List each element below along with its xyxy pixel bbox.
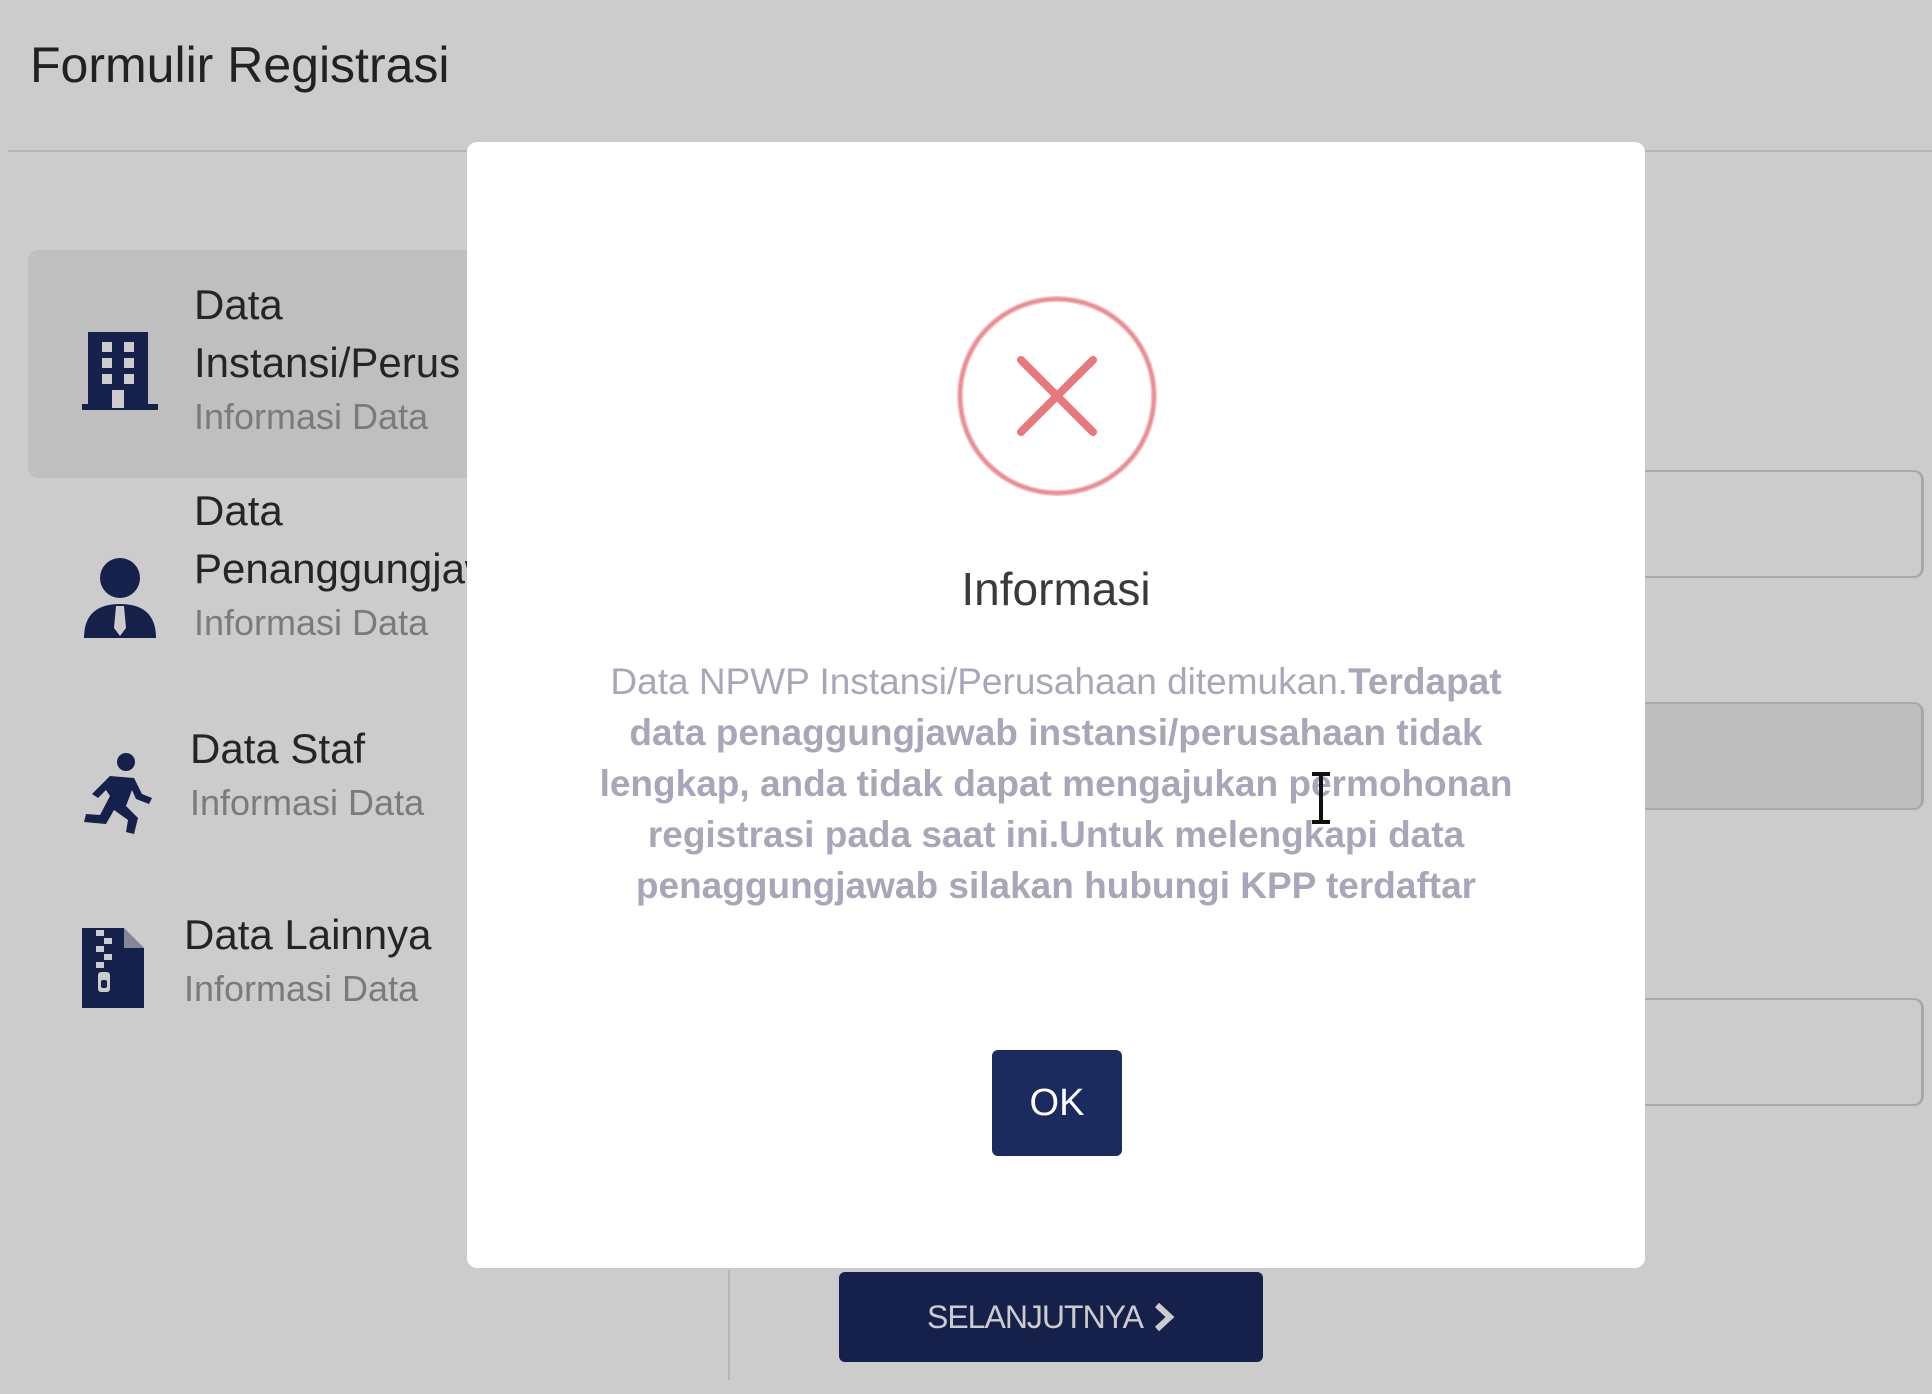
dialog-title: Informasi	[961, 563, 1151, 615]
message-plain: Data NPWP Instansi/Perusahaan ditemukan.	[610, 661, 1349, 702]
info-dialog: Informasi Data NPWP Instansi/Perusahaan …	[467, 142, 1645, 1268]
text-cursor-icon	[1312, 772, 1330, 824]
dialog-message: Data NPWP Instansi/Perusahaan ditemukan.…	[582, 656, 1530, 911]
error-x-icon	[957, 296, 1157, 496]
ok-button[interactable]: OK	[992, 1050, 1122, 1156]
